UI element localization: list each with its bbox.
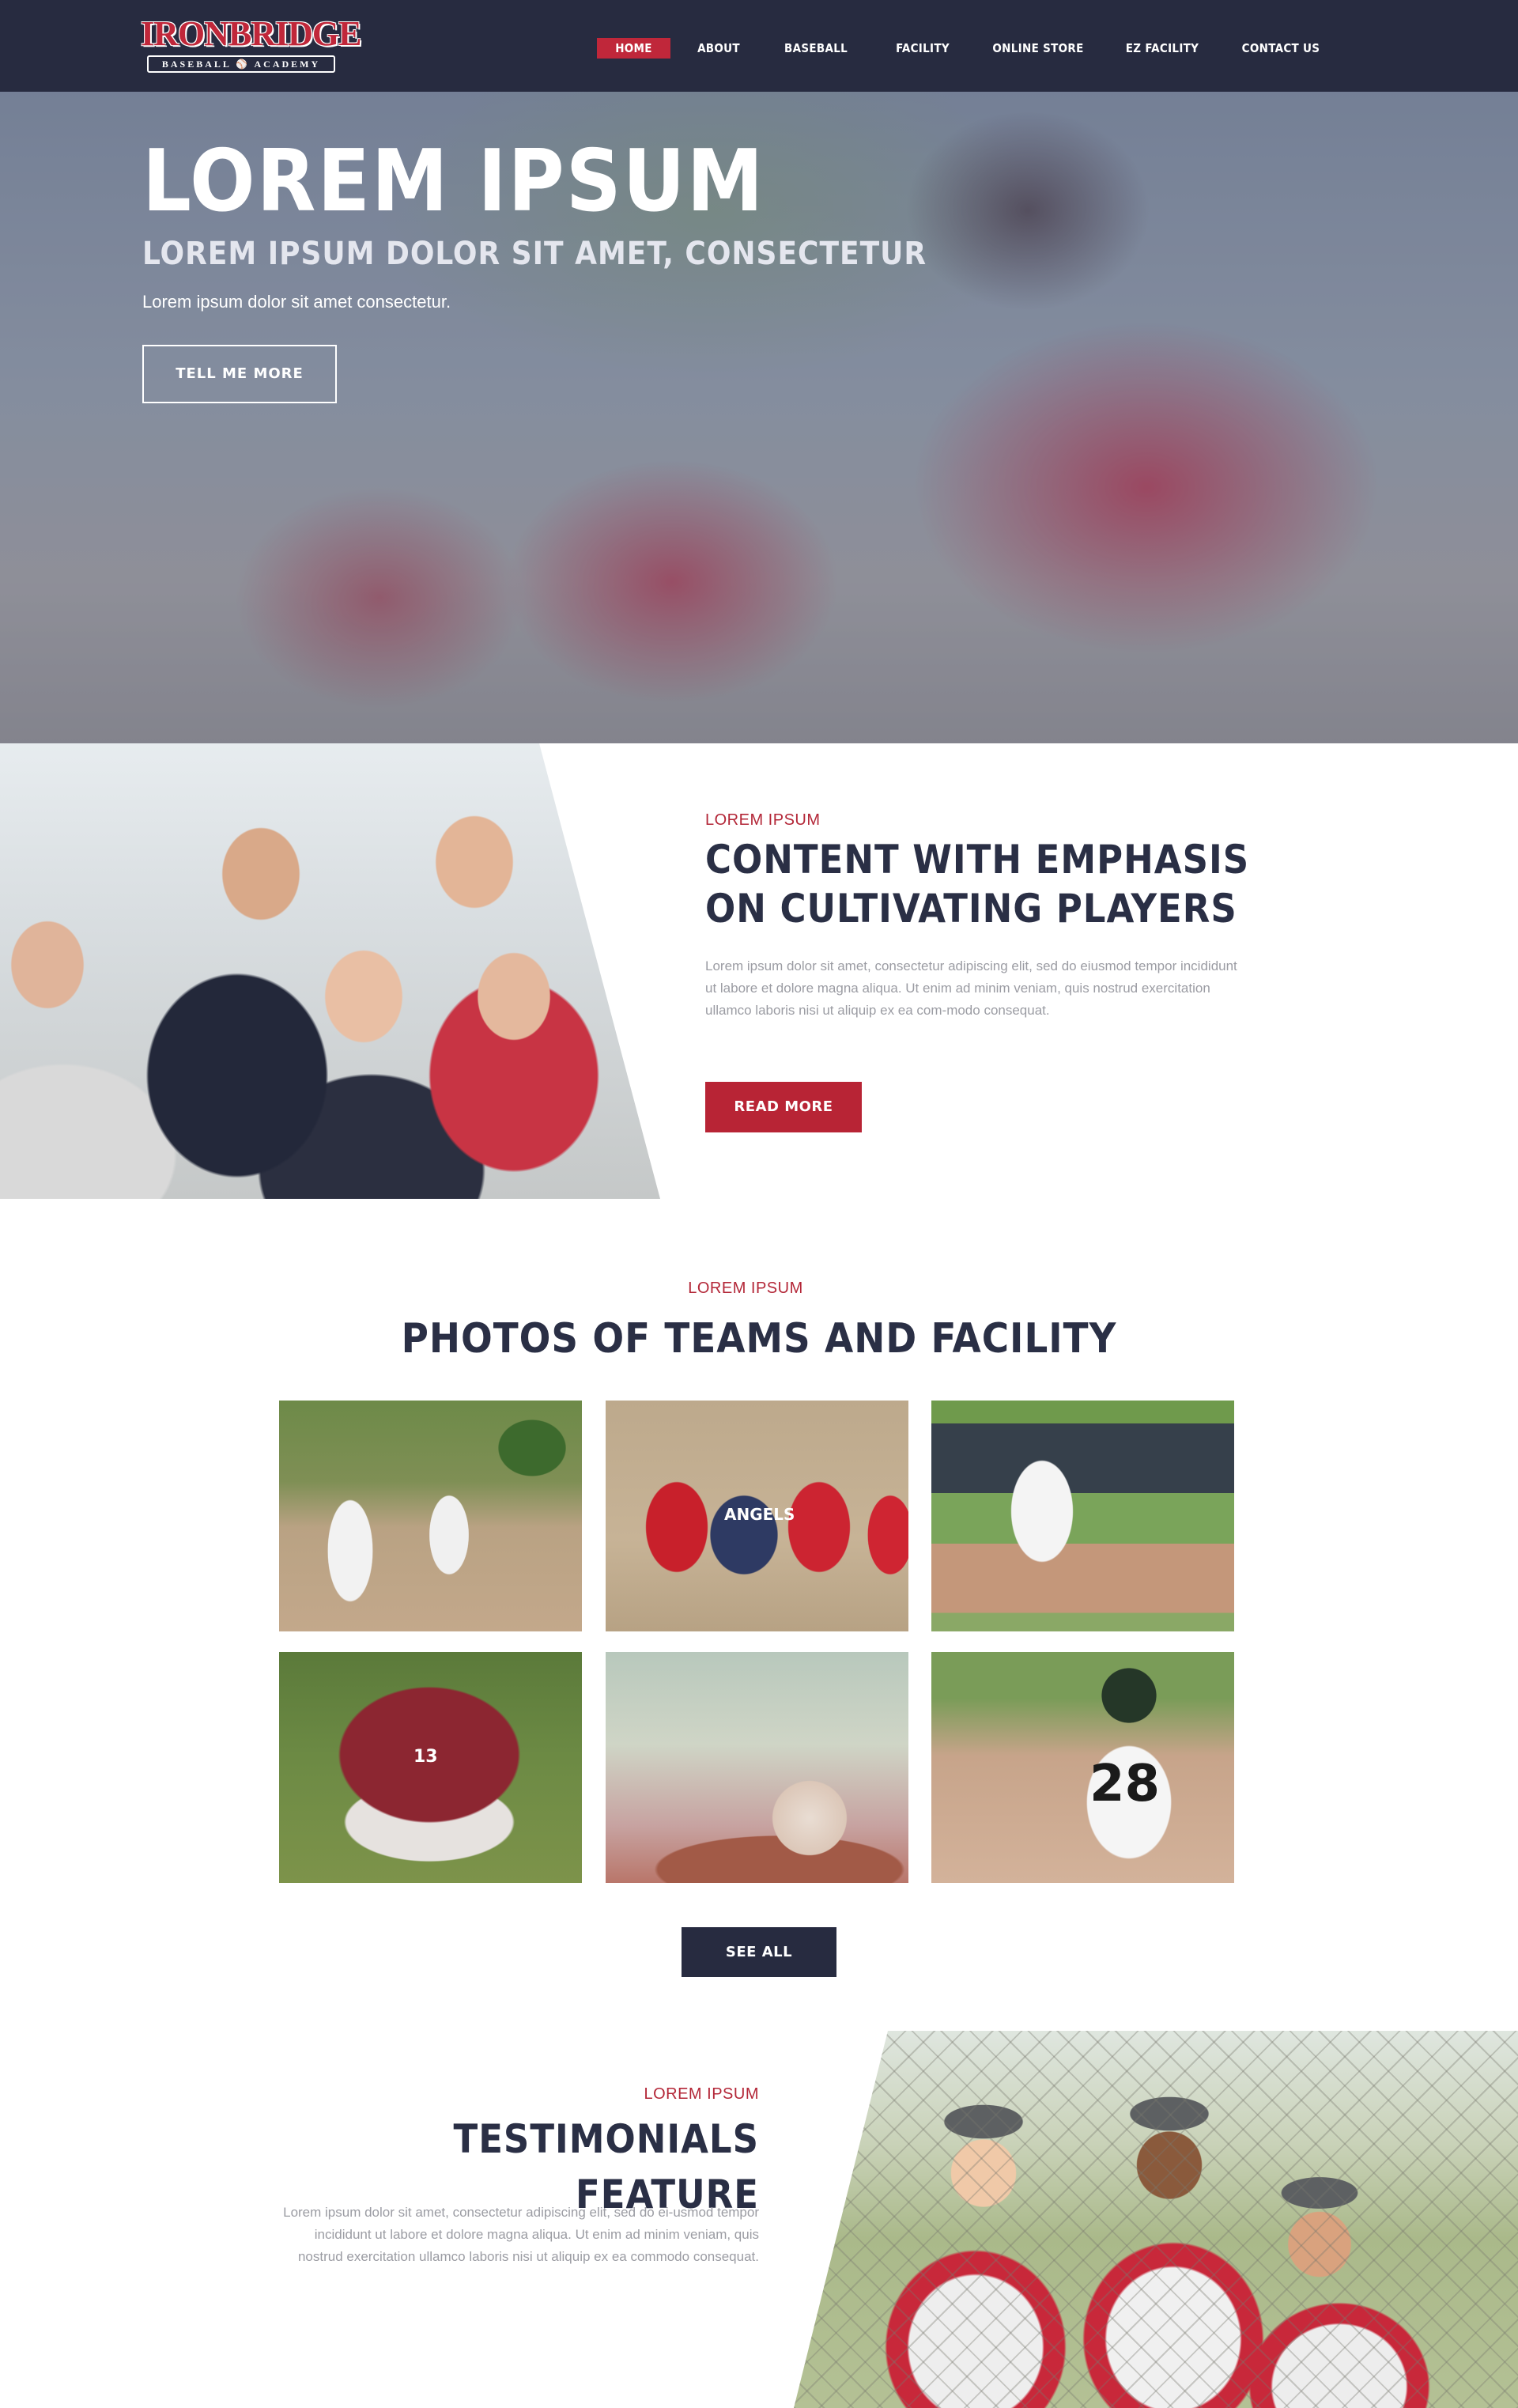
nav-item-online-store[interactable]: ONLINE STORE — [990, 38, 1086, 59]
kids-at-fence-photo — [794, 2031, 1518, 2408]
chain-link-fence — [794, 2031, 1518, 2408]
nav-item-baseball[interactable]: BASEBALL — [778, 38, 854, 59]
hero-subtitle: LOREM IPSUM DOLOR SIT AMET, CONSECTETUR — [142, 236, 927, 272]
gallery-eyebrow: LOREM IPSUM — [688, 1280, 803, 1297]
gallery-photo-coach-team[interactable]: ANGELS — [606, 1401, 908, 1631]
about-eyebrow: LOREM IPSUM — [705, 811, 821, 829]
logo-subline: BASEBALL ⚾ ACADEMY — [147, 55, 335, 73]
nav-item-ez-facility[interactable]: EZ FACILITY — [1121, 38, 1203, 59]
testimonials-body: Lorem ipsum dolor sit amet, consectetur … — [283, 2205, 759, 2264]
read-more-button[interactable]: READ MORE — [705, 1082, 862, 1132]
tell-me-more-button[interactable]: TELL ME MORE — [142, 345, 337, 403]
gallery-photo-baseball-closeup[interactable] — [606, 1652, 908, 1883]
gallery-photo-batter[interactable]: 28 — [931, 1652, 1234, 1883]
jersey-number: 28 — [1089, 1755, 1161, 1813]
nav-item-home[interactable]: HOME — [597, 38, 670, 59]
gallery-title: PHOTOS OF TEAMS AND FACILITY — [401, 1315, 1117, 1363]
see-all-button[interactable]: SEE ALL — [682, 1927, 836, 1977]
hero-title: LOREM IPSUM — [142, 132, 765, 231]
jersey-number: 13 — [413, 1747, 438, 1767]
gallery-photo-runner[interactable] — [931, 1401, 1234, 1631]
nav-item-facility[interactable]: FACILITY — [887, 38, 958, 59]
gallery-photo-team-huddle[interactable]: 13 — [279, 1652, 582, 1883]
jersey-text: ANGELS — [724, 1505, 795, 1524]
testimonials-eyebrow: LOREM IPSUM — [644, 2085, 759, 2103]
about-title: CONTENT WITH EMPHASIS ON CULTIVATING PLA… — [705, 837, 1250, 932]
about-body: Lorem ipsum dolor sit amet, consectetur … — [705, 958, 1237, 1018]
nav-item-about[interactable]: ABOUT — [688, 38, 750, 59]
hero-text: Lorem ipsum dolor sit amet consectetur. — [142, 292, 451, 312]
gallery-photo-pitcher[interactable] — [279, 1401, 582, 1631]
nav-item-contact-us[interactable]: CONTACT US — [1237, 38, 1325, 59]
team-thumbs-up-photo — [0, 743, 660, 1199]
ironbridge-logo[interactable]: IRONBRIDGE BASEBALL ⚾ ACADEMY — [141, 14, 362, 74]
top-navbar: IRONBRIDGE BASEBALL ⚾ ACADEMY HOME ABOUT… — [0, 0, 1518, 92]
logo-wordmark: IRONBRIDGE — [141, 14, 362, 53]
